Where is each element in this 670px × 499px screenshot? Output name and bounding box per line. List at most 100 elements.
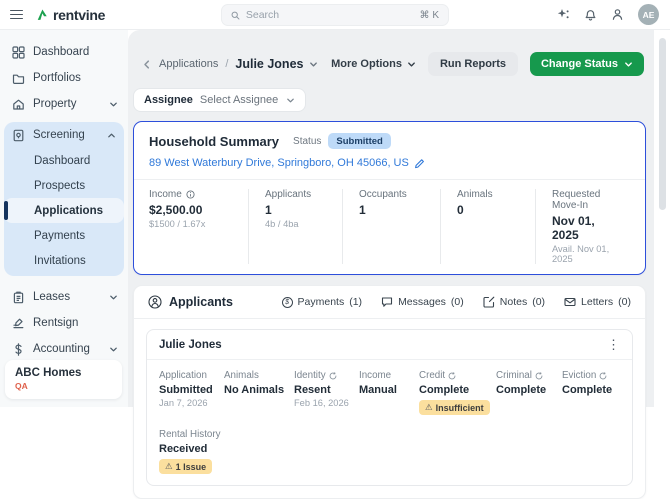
more-options-label: More Options: [331, 58, 402, 70]
sidebar-item-label: Leases: [33, 291, 71, 303]
breadcrumb-parent[interactable]: Applications: [159, 58, 218, 70]
tab-payments[interactable]: $ Payments (1): [281, 296, 363, 308]
change-status-button[interactable]: Change Status: [529, 52, 644, 76]
stat-label: Animals: [457, 189, 493, 200]
applicant-checks: Application Submitted Jan 7, 2026 Animal…: [147, 360, 632, 485]
breadcrumb-separator: /: [225, 58, 229, 70]
sidebar-subitem-label: Invitations: [34, 254, 86, 267]
sidebar-item-label: Property: [33, 98, 77, 110]
stat-value: Nov 01, 2025: [552, 214, 595, 242]
check-animals: Animals No Animals: [224, 370, 294, 415]
house-icon: [13, 99, 24, 110]
tab-letters[interactable]: Letters (0): [564, 296, 631, 308]
support-person-icon[interactable]: [611, 8, 624, 21]
breadcrumb-current[interactable]: Julie Jones: [235, 57, 303, 71]
avatar[interactable]: AE: [638, 4, 659, 25]
search-input[interactable]: [245, 9, 414, 21]
info-icon[interactable]: [186, 190, 195, 199]
sidebar-item-screening-payments[interactable]: Payments: [4, 223, 124, 248]
sidebar-item-label: Dashboard: [33, 46, 90, 58]
account-name: ABC Homes: [15, 367, 82, 379]
check-label: Eviction: [562, 370, 597, 381]
badge-label: 1 Issue: [175, 461, 207, 472]
check-income: Income Manual: [359, 370, 419, 415]
refresh-icon[interactable]: [599, 371, 607, 380]
logo[interactable]: rentvine: [36, 7, 105, 23]
page-header: Applications / Julie Jones More Options …: [142, 52, 644, 76]
check-value: Complete: [496, 384, 547, 396]
check-label: Income: [359, 370, 392, 381]
message-bubble-icon: [382, 297, 393, 307]
refresh-icon[interactable]: [448, 371, 456, 380]
sidebar-item-label: Rentsign: [33, 317, 79, 329]
ai-sparkle-icon[interactable]: [557, 8, 570, 21]
refresh-icon[interactable]: [535, 371, 543, 380]
rental-history-warning-badge: ⚠ 1 Issue: [159, 459, 213, 474]
stat-occupants: Occupants 1: [342, 189, 440, 264]
sidebar-subitem-label: Payments: [34, 229, 86, 242]
check-value: No Animals: [224, 384, 285, 396]
applicants-title: Applicants: [169, 295, 233, 309]
warning-icon: ⚠: [425, 402, 433, 412]
note-icon: [483, 296, 495, 308]
tab-label: Payments: [297, 296, 345, 308]
assignee-select[interactable]: Assignee Select Assignee: [133, 88, 307, 112]
sidebar-subitem-label: Dashboard: [34, 154, 91, 167]
back-chevron-icon[interactable]: [142, 59, 152, 70]
search-bar[interactable]: ⌘ K: [221, 4, 449, 26]
sidebar-item-label: Accounting: [33, 343, 90, 355]
stat-value: $2,500.00: [149, 203, 203, 217]
dollar-icon: [15, 342, 22, 356]
sidebar-item-portfolios[interactable]: Portfolios: [0, 65, 128, 91]
tab-notes[interactable]: Notes (0): [483, 296, 545, 308]
sidebar-item-screening-applications[interactable]: Applications: [4, 198, 124, 223]
check-rental-history: Rental History Received ⚠ 1 Issue: [159, 429, 221, 474]
stat-label: Income: [149, 189, 182, 200]
sidebar-item-dashboard[interactable]: Dashboard: [0, 39, 128, 65]
refresh-icon[interactable]: [329, 371, 337, 380]
kebab-menu-icon[interactable]: ⋮: [607, 338, 620, 351]
check-label: Identity: [294, 370, 326, 381]
tab-count: (0): [532, 296, 546, 308]
notifications-bell-icon[interactable]: [584, 8, 597, 21]
run-reports-button[interactable]: Run Reports: [427, 52, 518, 76]
signature-pen-icon: [13, 318, 24, 328]
search-icon: [231, 11, 240, 20]
stat-sub: [457, 219, 529, 229]
sidebar-item-screening-invitations[interactable]: Invitations: [4, 248, 124, 273]
more-options-button[interactable]: More Options: [331, 58, 416, 70]
chevron-down-icon: [408, 61, 415, 67]
sidebar-item-screening[interactable]: Screening: [4, 122, 124, 148]
tab-count: (1): [349, 296, 363, 308]
sidebar-item-accounting[interactable]: Accounting: [0, 336, 128, 362]
logo-icon: [37, 9, 47, 20]
account-switcher[interactable]: ABC Homes QA: [5, 360, 122, 399]
sidebar-item-screening-prospects[interactable]: Prospects: [4, 173, 124, 198]
edit-pencil-icon[interactable]: [414, 158, 425, 169]
check-label: Animals: [224, 370, 259, 381]
sidebar-subitem-label: Prospects: [34, 179, 86, 192]
menu-icon[interactable]: [10, 9, 23, 20]
stat-label: Requested Move-In: [552, 189, 601, 211]
scrollbar-thumb[interactable]: [659, 38, 666, 210]
check-label: Criminal: [496, 370, 532, 381]
warning-icon: ⚠: [165, 461, 173, 471]
check-application: Application Submitted Jan 7, 2026: [159, 370, 224, 415]
applicants-person-icon: [148, 295, 162, 309]
topbar: rentvine ⌘ K AE: [0, 0, 670, 30]
property-address-link[interactable]: 89 West Waterbury Drive, Springboro, OH …: [149, 157, 425, 169]
sidebar-item-property[interactable]: Property: [0, 91, 128, 117]
topbar-actions: AE: [557, 4, 659, 25]
chevron-up-icon: [108, 133, 115, 137]
sidebar-item-rentsign[interactable]: Rentsign: [0, 310, 128, 336]
stat-label: Applicants: [265, 189, 312, 200]
sidebar-item-leases[interactable]: Leases: [0, 284, 128, 310]
dashboard-icon: [12, 45, 25, 59]
logo-text: rentvine: [53, 6, 106, 23]
header-actions: More Options Run Reports Change Status: [331, 52, 644, 76]
chevron-down-icon: [110, 347, 117, 351]
stat-value: 0: [457, 203, 464, 217]
check-value: Manual: [359, 384, 397, 396]
tab-messages[interactable]: Messages (0): [381, 296, 464, 308]
sidebar-item-screening-dashboard[interactable]: Dashboard: [4, 148, 124, 173]
